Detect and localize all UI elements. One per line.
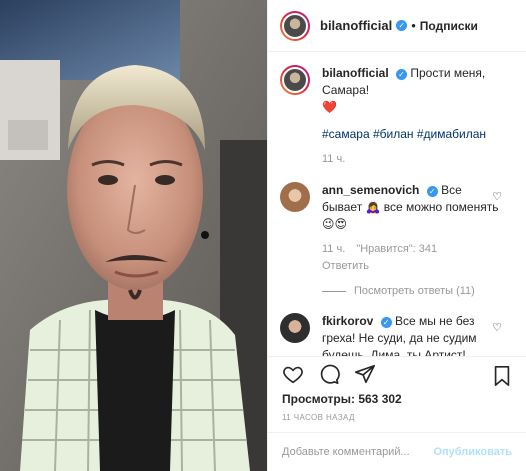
verified-icon: ✓: [396, 20, 408, 31]
commenter-username[interactable]: ann_semenovich: [322, 183, 419, 197]
post-timestamp[interactable]: 11 ЧАСОВ НАЗАД: [282, 413, 355, 422]
caption-heart-emoji: ❤️: [322, 100, 337, 114]
share-icon[interactable]: [354, 363, 376, 388]
caption-hashtags[interactable]: #самара #билан #димабилан: [322, 126, 514, 143]
commenter-avatar[interactable]: [280, 182, 310, 212]
post-sidebar: bilanofficial ✓ • Подписки bilanofficial…: [267, 0, 526, 471]
view-replies-label: Посмотреть ответы (11): [354, 285, 475, 297]
comment-icon[interactable]: [318, 363, 340, 388]
following-button[interactable]: Подписки: [420, 19, 478, 33]
caption: bilanofficial ✓ Прости меня, Самара! ❤️ …: [280, 65, 514, 168]
verified-icon: ✓: [426, 186, 438, 197]
verified-icon: ✓: [396, 69, 408, 80]
reply-button[interactable]: Ответить: [322, 258, 514, 275]
add-comment-bar: Добавьте комментарий... Опубликовать: [268, 432, 526, 471]
views-count[interactable]: Просмотры: 563 302: [282, 392, 402, 406]
like-comment-heart-icon[interactable]: ♡: [492, 321, 502, 334]
view-replies-button[interactable]: Посмотреть ответы (11): [322, 285, 514, 297]
commenter-username[interactable]: fkirkorov: [322, 314, 373, 328]
publish-button[interactable]: Опубликовать: [433, 446, 512, 458]
caption-time[interactable]: 11 ч.: [322, 153, 345, 165]
verified-icon: ✓: [380, 317, 392, 328]
like-comment-heart-icon[interactable]: ♡: [492, 190, 502, 203]
separator-dot: •: [411, 18, 416, 33]
post-video[interactable]: [0, 0, 267, 471]
post-header: bilanofficial ✓ • Подписки: [268, 0, 526, 52]
comment-time[interactable]: 11 ч.: [322, 243, 345, 255]
comment-likes[interactable]: "Нравится": 341: [356, 243, 437, 255]
action-bar: [268, 356, 526, 394]
commenter-avatar[interactable]: [280, 313, 310, 343]
author-username[interactable]: bilanofficial: [320, 18, 392, 33]
comment-item: ann_semenovich ✓ Все бывает 🙇‍♀️ все мож…: [280, 182, 514, 275]
caption-username[interactable]: bilanofficial: [322, 66, 389, 80]
comment-item: fkirkorov ✓ Все мы не без греха! Не суди…: [280, 313, 514, 356]
bookmark-icon[interactable]: [492, 365, 512, 390]
author-avatar[interactable]: [280, 10, 310, 41]
heart-icon[interactable]: [282, 363, 304, 388]
video-frame-illustration: [0, 0, 267, 471]
comments-list[interactable]: bilanofficial ✓ Прости меня, Самара! ❤️ …: [268, 53, 526, 356]
comment-input[interactable]: Добавьте комментарий...: [282, 446, 433, 458]
caption-avatar[interactable]: [280, 65, 310, 95]
